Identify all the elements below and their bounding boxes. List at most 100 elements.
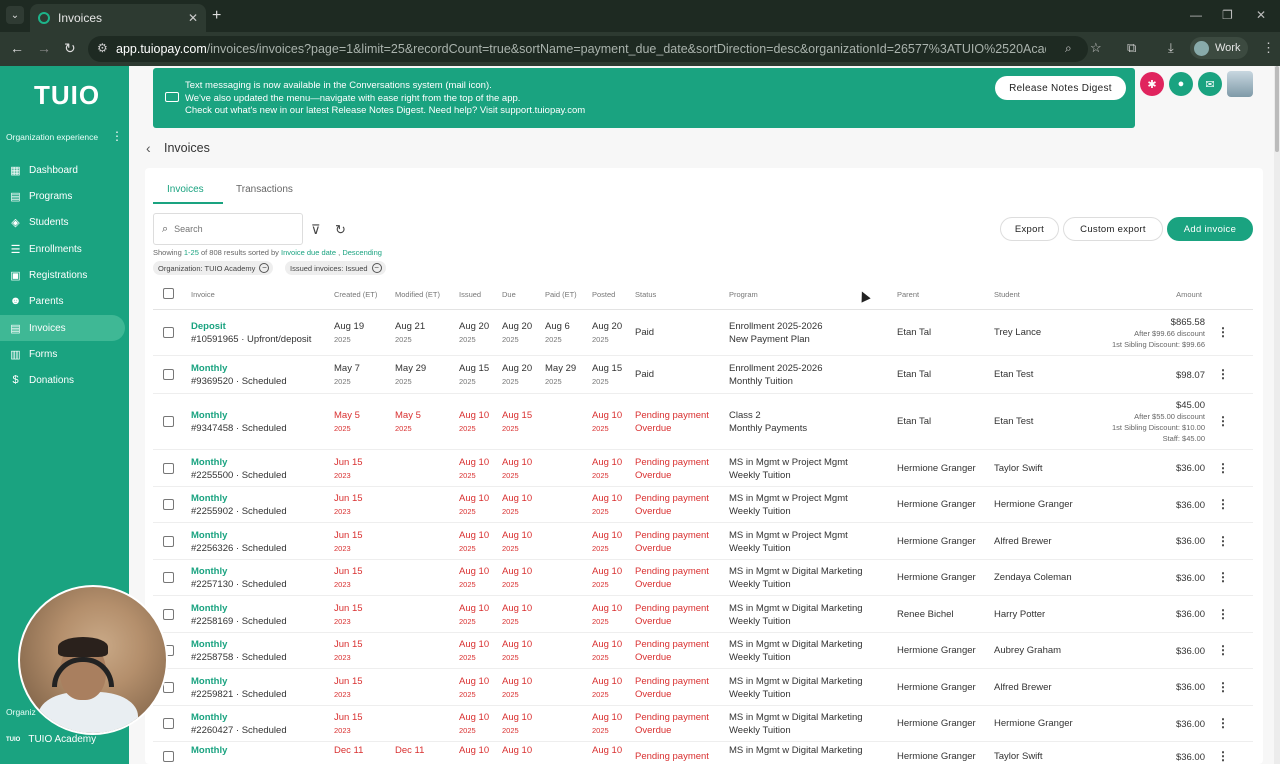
tab-search-button[interactable]: ⌄ [6,6,24,24]
table-row[interactable]: Monthly #2255500 · Scheduled Jun 15 2023 Aug… [153,450,1253,487]
search-input[interactable] [174,224,285,234]
back-chevron-icon[interactable]: ‹ [146,140,151,156]
parent-cell[interactable]: Hermione Granger [897,535,976,548]
column-header-parent[interactable]: Parent [897,290,919,299]
parent-cell[interactable]: Etan Tal [897,368,931,381]
parent-cell[interactable]: Etan Tal [897,415,931,428]
sidebar-item-invoices[interactable]: ▤ Invoices [0,315,125,341]
close-tab-icon[interactable]: ✕ [188,11,198,25]
row-menu-icon[interactable]: ⋮ [1217,716,1229,730]
row-menu-icon[interactable]: ⋮ [1217,749,1229,763]
parent-cell[interactable]: Renee Bichel [897,608,954,621]
minimize-icon[interactable]: — [1190,8,1202,22]
parent-cell[interactable]: Hermione Granger [897,644,976,657]
student-cell[interactable]: Taylor Swift [994,462,1043,475]
table-row[interactable]: Monthly #2258758 · Scheduled Jun 15 2023 Aug… [153,633,1253,669]
table-row[interactable]: Monthly #2257130 · Scheduled Jun 15 2023 Aug… [153,560,1253,596]
table-row[interactable]: Monthly #2259821 · Scheduled Jun 15 2023 Aug… [153,669,1253,706]
table-row[interactable]: Monthly #2255902 · Scheduled Jun 15 2023 Aug… [153,487,1253,523]
column-header-amount[interactable]: Amount [1176,290,1202,299]
invoice-type-link[interactable]: Monthly [191,676,227,687]
org-switcher[interactable]: TUIO TUIO Academy [6,734,96,745]
location-icon[interactable]: ● [1169,72,1193,96]
invoice-type-link[interactable]: Deposit [191,321,226,332]
table-row[interactable]: Monthly #9347458 · Scheduled May 5 2025 May … [153,394,1253,450]
invoice-type-link[interactable]: Monthly [191,745,227,756]
parent-cell[interactable]: Hermione Granger [897,717,976,730]
bug-icon[interactable]: ✱ [1140,72,1164,96]
student-cell[interactable]: Alfred Brewer [994,681,1052,694]
column-header-status[interactable]: Status [635,290,656,299]
remove-chip-icon[interactable]: − [371,263,382,273]
invoice-type-link[interactable]: Monthly [191,530,227,541]
row-menu-icon[interactable]: ⋮ [1217,414,1229,428]
add-invoice-button[interactable]: Add invoice [1167,217,1253,241]
parent-cell[interactable]: Hermione Granger [897,462,976,475]
parent-cell[interactable]: Hermione Granger [897,571,976,584]
org-menu-icon[interactable]: ⋮ [111,129,123,143]
tab-invoices[interactable]: Invoices [167,184,204,195]
column-header-posted[interactable]: Posted [592,290,615,299]
table-row[interactable]: Monthly Dec 11 Dec 11 Aug 10 Aug 10 Aug 10 Pen… [153,742,1253,764]
table-row[interactable]: Deposit #10591965 · Upfront/deposit Aug 19… [153,310,1253,356]
parent-cell[interactable]: Etan Tal [897,326,931,339]
search-box[interactable]: ⌕ [153,213,303,245]
sidebar-item-dashboard[interactable]: ▦ Dashboard [0,157,125,183]
column-header-due[interactable]: Due [502,290,516,299]
profile-chip[interactable]: Work [1190,37,1248,59]
table-row[interactable]: Monthly #2258169 · Scheduled Jun 15 2023 Aug… [153,596,1253,633]
invoice-type-link[interactable]: Monthly [191,603,227,614]
filter-chip-issued[interactable]: Issued invoices: Issued − [285,261,386,275]
column-header-student[interactable]: Student [994,290,1020,299]
sort-field-link[interactable]: Invoice due date [281,248,336,257]
invoice-type-link[interactable]: Monthly [191,712,227,723]
download-icon[interactable]: ⤓ [1168,40,1174,56]
sidebar-item-donations[interactable]: $ Donations [0,367,125,393]
bookmark-star-icon[interactable]: ☆ [1090,40,1102,56]
tab-transactions[interactable]: Transactions [236,184,293,195]
page-scrollbar[interactable] [1274,66,1280,764]
row-checkbox[interactable] [163,751,174,762]
student-cell[interactable]: Taylor Swift [994,750,1043,763]
site-info-icon[interactable]: ⚙ [97,41,108,55]
row-menu-icon[interactable]: ⋮ [1217,607,1229,621]
sidebar-item-parents[interactable]: ☻ Parents [0,288,125,314]
row-checkbox[interactable] [163,369,174,380]
column-header-invoice[interactable]: Invoice [191,290,215,299]
invoice-type-link[interactable]: Monthly [191,566,227,577]
tuio-logo[interactable]: TUIO [34,80,100,111]
row-menu-icon[interactable]: ⋮ [1217,680,1229,694]
forward-arrow-icon[interactable]: → [37,40,51,56]
browser-tab-invoices[interactable]: Invoices ✕ [30,4,206,32]
student-cell[interactable]: Etan Test [994,368,1033,381]
release-notes-button[interactable]: Release Notes Digest [995,76,1126,100]
reload-icon[interactable]: ↻ [64,40,76,57]
mail-icon[interactable]: ✉ [1198,72,1222,96]
filter-chip-organization[interactable]: Organization: TUIO Academy − [153,261,274,275]
row-checkbox[interactable] [163,462,174,474]
sort-direction-link[interactable]: Descending [342,248,382,257]
sidebar-item-registrations[interactable]: ▣ Registrations [0,262,125,288]
sidebar-item-enrollments[interactable]: ☰ Enrollments [0,236,125,262]
parent-cell[interactable]: Hermione Granger [897,750,976,763]
select-all-checkbox[interactable] [163,288,174,299]
user-avatar[interactable] [1227,71,1253,97]
row-menu-icon[interactable]: ⋮ [1217,461,1229,475]
invoice-type-link[interactable]: Monthly [191,493,227,504]
row-checkbox[interactable] [163,681,174,693]
student-cell[interactable]: Trey Lance [994,326,1041,339]
table-row[interactable]: Monthly #2256326 · Scheduled Jun 15 2023 Aug… [153,523,1253,560]
invoice-type-link[interactable]: Monthly [191,363,227,374]
student-cell[interactable]: Harry Potter [994,608,1045,621]
row-menu-icon[interactable]: ⋮ [1217,643,1229,657]
table-row[interactable]: Monthly #9369520 · Scheduled May 7 2025 May … [153,356,1253,394]
close-window-icon[interactable]: ✕ [1256,8,1266,22]
row-menu-icon[interactable]: ⋮ [1217,367,1229,381]
row-menu-icon[interactable]: ⋮ [1217,325,1229,339]
browser-menu-icon[interactable]: ⋮ [1262,40,1275,56]
column-header-issued[interactable]: Issued [459,290,481,299]
column-header-program[interactable]: Program [729,290,758,299]
row-checkbox[interactable] [163,327,174,338]
student-cell[interactable]: Hermione Granger [994,498,1073,511]
parent-cell[interactable]: Hermione Granger [897,681,976,694]
